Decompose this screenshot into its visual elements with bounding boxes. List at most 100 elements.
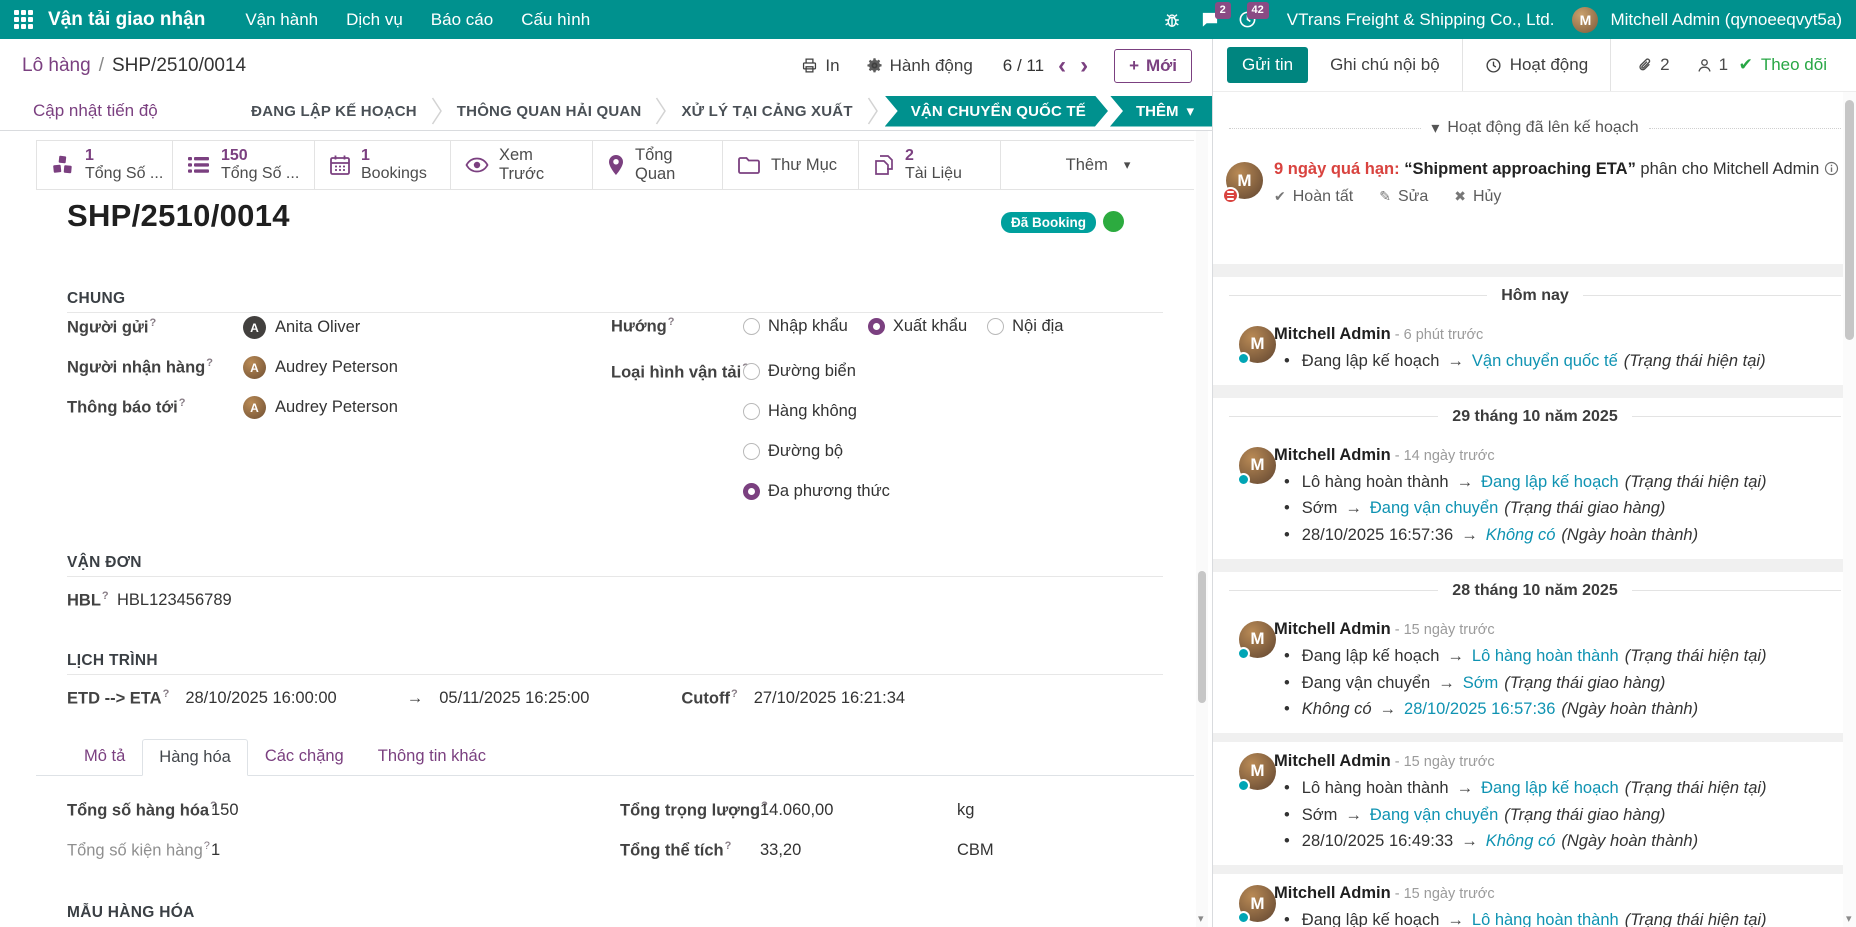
smart-button-t-ng-s-[interactable]: 1Tổng Số ...: [37, 141, 173, 189]
status-green-dot[interactable]: [1103, 211, 1124, 232]
new-value[interactable]: Đang lập kế hoạch: [1481, 779, 1619, 797]
send-message-button[interactable]: Gửi tin: [1227, 47, 1308, 83]
activities-clock-icon[interactable]: 42: [1231, 0, 1265, 39]
new-value[interactable]: Không có: [1486, 832, 1556, 850]
radio-direction-2[interactable]: Nội địa: [987, 317, 1063, 336]
message-author[interactable]: Mitchell Admin: [1274, 446, 1391, 464]
radio-transport-1[interactable]: Hàng không: [743, 402, 890, 421]
new-record-button[interactable]: + Mới: [1114, 49, 1192, 83]
topbar-menu-3[interactable]: Cấu hình: [507, 0, 604, 39]
new-value[interactable]: Lô hàng hoàn thành: [1472, 647, 1619, 665]
volume-unit: CBM: [957, 841, 994, 860]
debug-bug-icon[interactable]: [1155, 0, 1189, 39]
status-step-more[interactable]: THÊM▾: [1110, 96, 1212, 127]
mark-done-button[interactable]: ✔Hoàn tất: [1274, 188, 1353, 206]
tab-2[interactable]: Các chặng: [248, 738, 361, 775]
presence-dot-icon: [1237, 779, 1250, 792]
total-packages-value[interactable]: 1: [211, 841, 220, 860]
paperclip-icon: [1637, 57, 1654, 74]
message-author[interactable]: Mitchell Admin: [1274, 325, 1391, 343]
log-note-button[interactable]: Ghi chú nội bộ: [1330, 55, 1440, 75]
scrollbar-down-icon[interactable]: ▾: [1198, 912, 1204, 925]
messages-icon[interactable]: 2: [1193, 0, 1227, 39]
apps-grid-icon[interactable]: [14, 10, 34, 30]
topbar-menu-2[interactable]: Báo cáo: [417, 0, 507, 39]
presence-dot-icon: [1237, 473, 1250, 486]
edit-activity-button[interactable]: ✎Sửa: [1379, 188, 1428, 206]
pager-next-icon[interactable]: ›: [1080, 54, 1088, 78]
bullet-icon: •: [1284, 674, 1290, 692]
attachments-button[interactable]: 2: [1637, 55, 1669, 75]
new-value[interactable]: Lô hàng hoàn thành: [1472, 911, 1619, 927]
info-icon[interactable]: [1819, 160, 1839, 178]
topbar-menu-0[interactable]: Vận hành: [231, 0, 332, 39]
eta-value[interactable]: 05/11/2025 16:25:00: [439, 689, 589, 708]
etd-value[interactable]: 28/10/2025 16:00:00: [185, 689, 336, 708]
radio-direction-1[interactable]: Xuất khẩu: [868, 317, 967, 336]
total-weight-value[interactable]: 14.060,00: [760, 801, 833, 820]
form-scrollbar[interactable]: ▾: [1196, 131, 1208, 927]
status-step-active[interactable]: VẬN CHUYỂN QUỐC TẾ: [885, 96, 1108, 127]
user-avatar[interactable]: M: [1572, 7, 1598, 33]
bullet-icon: •: [1284, 647, 1290, 665]
smart-button-xem-tr-c[interactable]: Xem Trước: [451, 141, 593, 189]
message-time: - 15 ngày trước: [1391, 754, 1495, 770]
total-volume-value[interactable]: 33,20: [760, 841, 801, 860]
smart-button-th-m[interactable]: Thêm▾: [1001, 141, 1194, 189]
date-divider-label: 28 tháng 10 năm 2025: [1452, 582, 1617, 600]
action-menu-button[interactable]: Hành động: [866, 56, 973, 76]
old-value: Đang lập kế hoạch: [1302, 352, 1440, 370]
smart-button-label: Tổng Số ...: [85, 165, 163, 183]
radio-transport-2[interactable]: Đường bộ: [743, 442, 890, 461]
pager-previous-icon[interactable]: ‹: [1058, 54, 1066, 78]
smart-button-th-m-c[interactable]: Thư Mục: [723, 141, 859, 189]
help-marker: ?: [204, 840, 210, 852]
new-value[interactable]: Đang vận chuyển: [1370, 499, 1498, 517]
radio-direction-0[interactable]: Nhập khẩu: [743, 317, 848, 336]
new-value[interactable]: Sớm: [1463, 674, 1499, 692]
new-value[interactable]: Vận chuyển quốc tế: [1472, 352, 1618, 370]
presence-dot-icon: [1237, 911, 1250, 924]
message-author[interactable]: Mitchell Admin: [1274, 752, 1391, 770]
chatter-scrollbar[interactable]: ▾: [1843, 92, 1856, 927]
app-title[interactable]: Vận tải giao nhận: [48, 9, 205, 31]
topbar-menu-1[interactable]: Dịch vụ: [332, 0, 417, 39]
user-menu[interactable]: Mitchell Admin (qynoeeqvyt5a): [1610, 10, 1842, 30]
update-progress-link[interactable]: Cập nhật tiến độ: [33, 101, 158, 121]
status-step-1[interactable]: THÔNG QUAN HẢI QUAN: [443, 103, 656, 120]
tab-3[interactable]: Thông tin khác: [361, 738, 503, 775]
sender-value[interactable]: Anita Oliver: [275, 318, 360, 337]
smart-button-t-i-li-u[interactable]: 2Tài Liệu: [859, 141, 1001, 189]
tab-1[interactable]: Hàng hóa: [142, 739, 248, 776]
activities-button[interactable]: Hoạt động: [1485, 55, 1588, 75]
new-value[interactable]: 28/10/2025 16:57:36: [1404, 700, 1555, 718]
smart-button-bookings[interactable]: 1Bookings: [315, 141, 451, 189]
new-value[interactable]: Đang vận chuyển: [1370, 806, 1498, 824]
smart-button-t-ng-quan[interactable]: Tổng Quan: [593, 141, 723, 189]
total-qty-value[interactable]: 150: [211, 801, 239, 820]
radio-transport-3[interactable]: Đa phương thức: [743, 482, 890, 501]
radio-icon: [743, 483, 760, 500]
print-button[interactable]: In: [801, 56, 839, 76]
planned-activities-toggle[interactable]: ▾Hoạt động đã lên kế hoạch: [1431, 118, 1638, 138]
follow-button[interactable]: ✔ Theo dõi: [1739, 55, 1827, 75]
notify-value[interactable]: Audrey Peterson: [275, 398, 398, 417]
printer-icon: [801, 57, 818, 74]
message-author[interactable]: Mitchell Admin: [1274, 884, 1391, 902]
cancel-activity-button[interactable]: ✖Hủy: [1454, 188, 1501, 206]
hbl-value[interactable]: HBL123456789: [117, 591, 232, 610]
breadcrumb-parent[interactable]: Lô hàng: [22, 55, 91, 77]
consignee-value[interactable]: Audrey Peterson: [275, 358, 398, 377]
scrollbar-down-icon[interactable]: ▾: [1846, 912, 1852, 925]
smart-button-t-ng-s-[interactable]: 150Tổng Số ...: [173, 141, 315, 189]
status-step-2[interactable]: XỬ LÝ TẠI CẢNG XUẤT: [667, 103, 866, 120]
followers-button[interactable]: 1: [1696, 55, 1728, 75]
message-author[interactable]: Mitchell Admin: [1274, 620, 1391, 638]
radio-transport-0[interactable]: Đường biển: [743, 362, 890, 381]
company-switcher[interactable]: VTrans Freight & Shipping Co., Ltd.: [1287, 10, 1555, 30]
new-value[interactable]: Không có: [1486, 526, 1556, 544]
new-value[interactable]: Đang lập kế hoạch: [1481, 473, 1619, 491]
tab-0[interactable]: Mô tả: [67, 738, 142, 775]
cutoff-value[interactable]: 27/10/2025 16:21:34: [754, 689, 905, 708]
status-step-0[interactable]: ĐANG LẬP KẾ HOẠCH: [237, 103, 431, 120]
